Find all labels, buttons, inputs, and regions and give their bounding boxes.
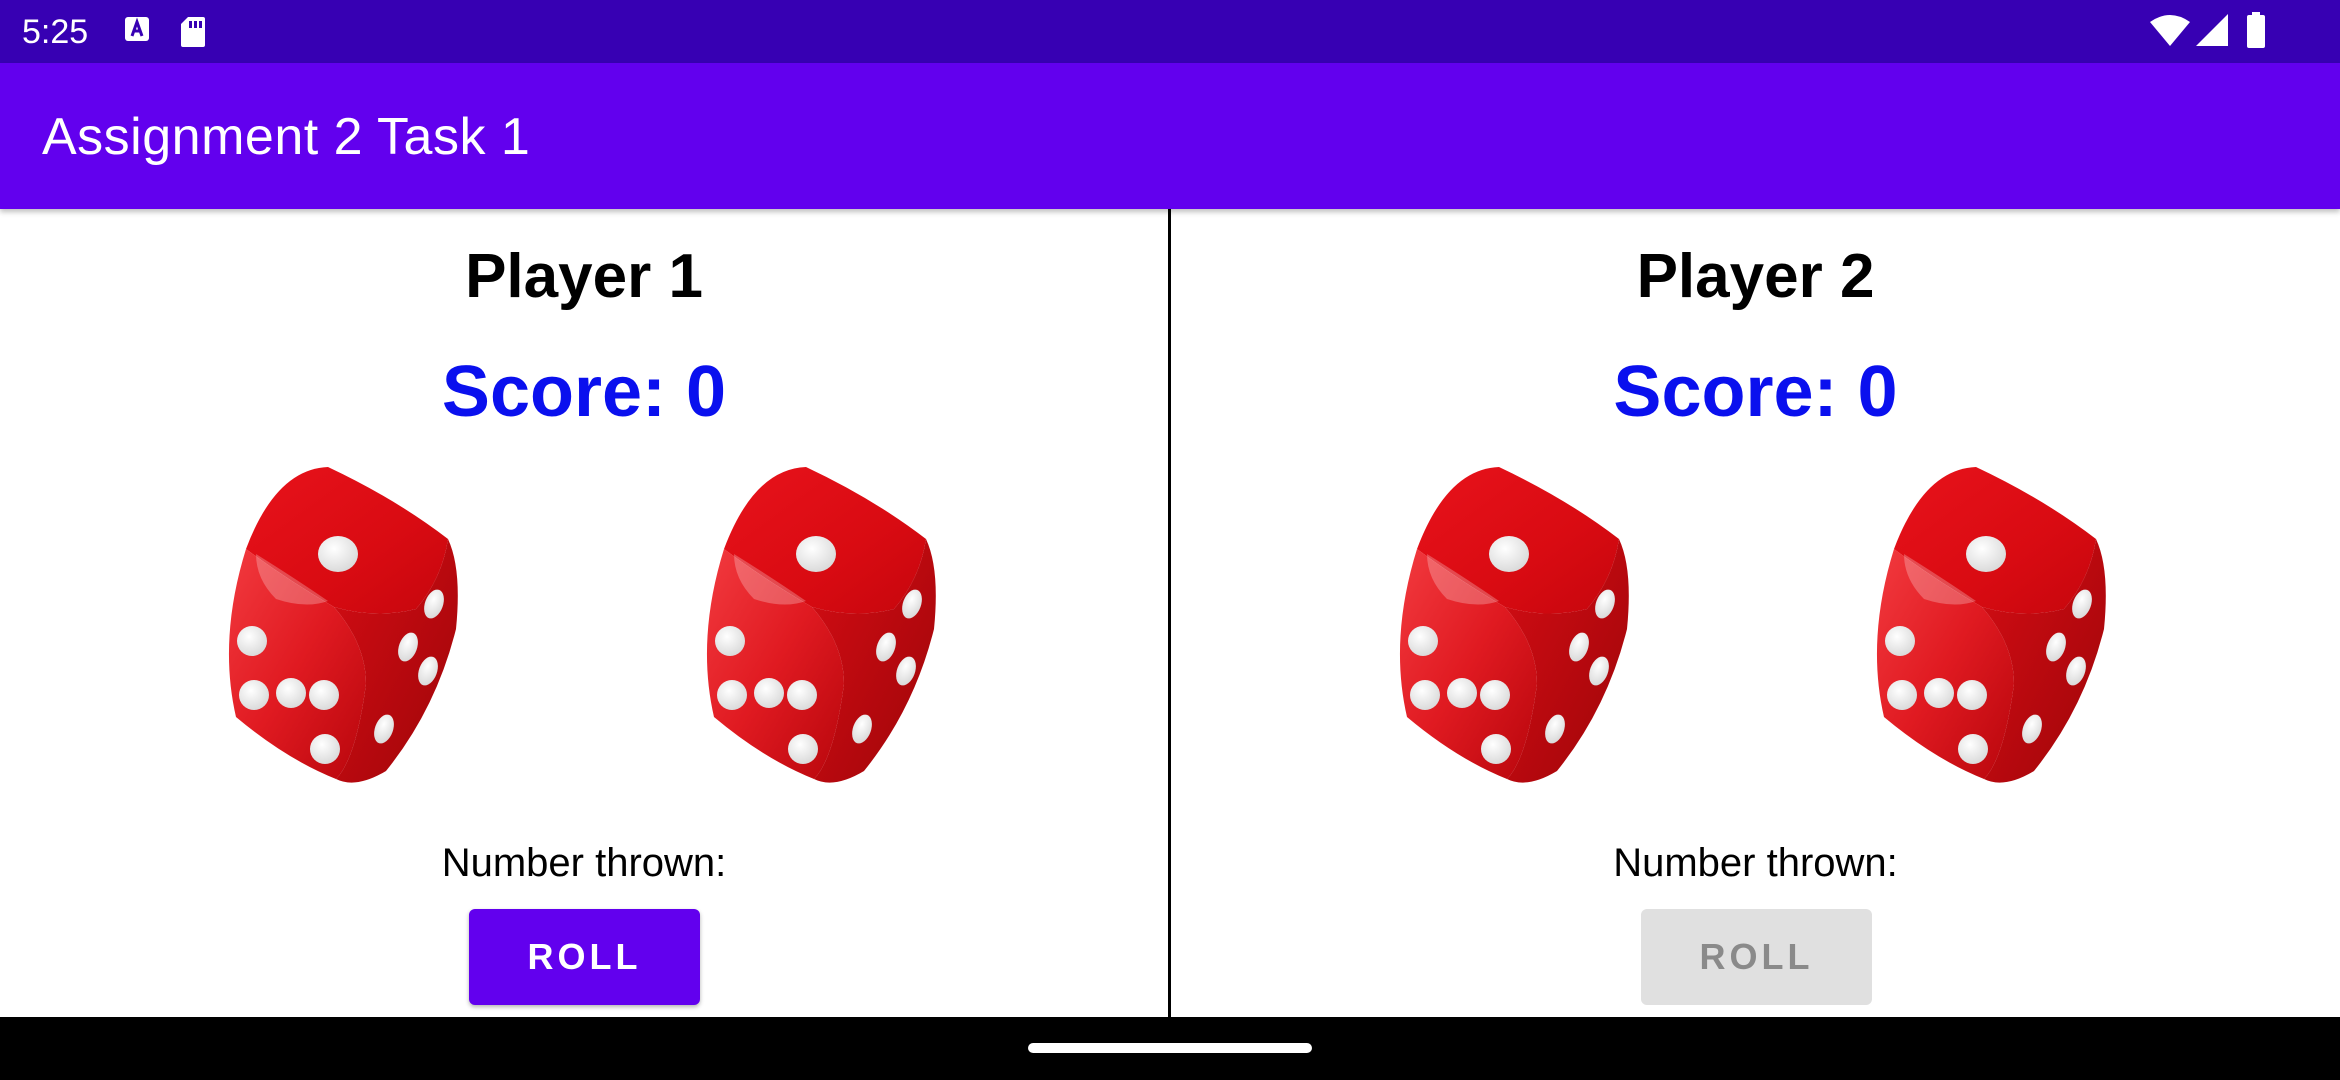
status-bar: 5:25 [0, 0, 2340, 63]
sd-card-icon [180, 16, 206, 53]
signal-icon [2196, 14, 2228, 51]
player-2-title: Player 2 [1636, 242, 1875, 311]
red-die-icon [1399, 467, 1629, 783]
red-die-icon [1876, 467, 2106, 783]
app-bar: Assignment 2 Task 1 [0, 63, 2340, 209]
player-1-title: Player 1 [465, 242, 703, 311]
accessibility-icon [124, 16, 150, 51]
status-time: 5:25 [22, 13, 89, 51]
player-1-score: Score: 0 [441, 352, 727, 432]
navigation-bar [0, 1017, 2340, 1080]
player-2-score: Score: 0 [1613, 352, 1898, 432]
player-2-number-thrown: Number thrown: [1613, 841, 1898, 885]
player-1-number-thrown: Number thrown: [441, 841, 727, 885]
player-2-roll-button[interactable]: ROLL [1641, 909, 1872, 1005]
red-die-icon [228, 467, 458, 783]
player-1-roll-button[interactable]: ROLL [469, 909, 700, 1005]
player-2-panel: Player 2 Score: 0 Number thrown: ROLL [1171, 209, 2340, 1017]
red-die-icon [706, 467, 936, 783]
wifi-icon [2150, 14, 2190, 53]
app-title: Assignment 2 Task 1 [42, 108, 531, 166]
player-1-panel: Player 1 Score: 0 Number thrown: ROLL [0, 209, 1168, 1017]
battery-icon [2246, 12, 2266, 53]
home-gesture-handle[interactable] [1028, 1043, 1312, 1053]
